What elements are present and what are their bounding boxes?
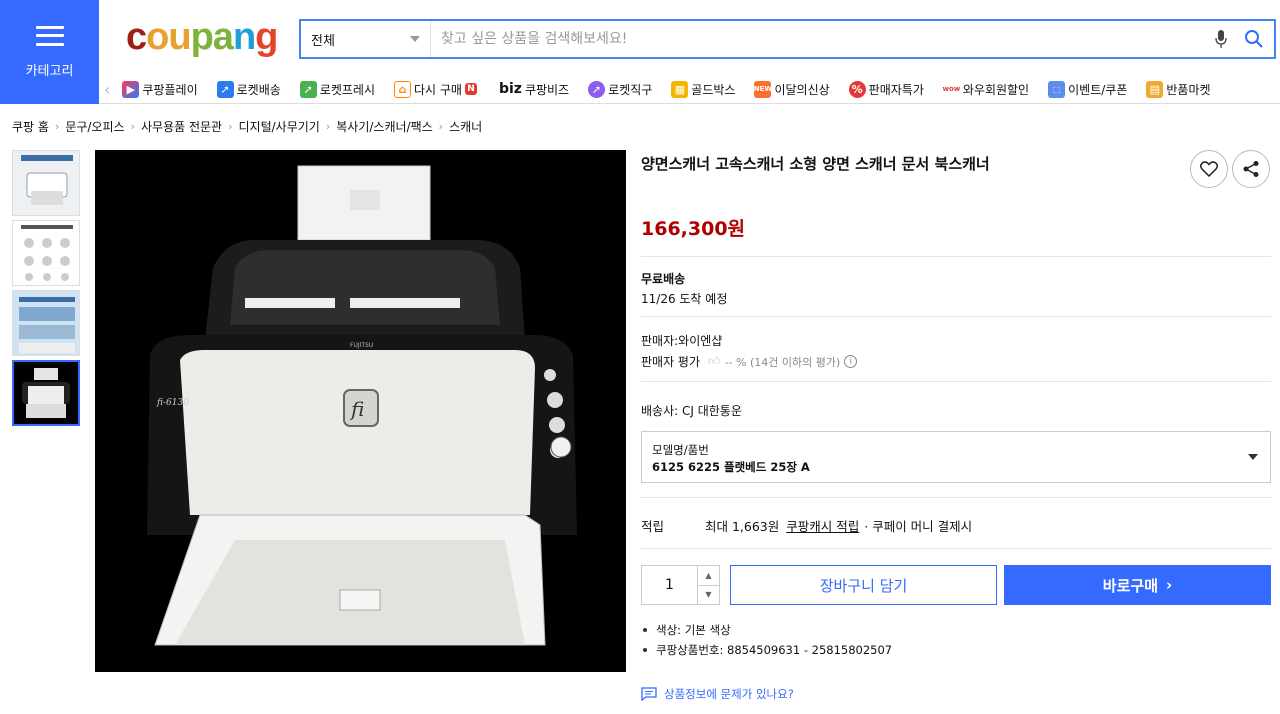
nav-item-coupang-biz[interactable]: biz 쿠팡비즈 — [499, 81, 569, 98]
seller-name[interactable]: 판매자:와이엔샵 — [641, 332, 722, 349]
search-input[interactable] — [431, 21, 1208, 57]
breadcrumb: 쿠팡 홈 › 문구/오피스 › 사무용품 전문관 › 디지털/사무기기 › 복사기/스캐… — [12, 118, 482, 135]
option-select[interactable]: 모델명/품번 6125 6225 플랫베드 25장 A — [641, 431, 1271, 483]
chevron-right-icon: › — [54, 120, 60, 133]
divider — [641, 497, 1271, 498]
product-thumbnail[interactable] — [12, 150, 80, 216]
divider — [641, 256, 1271, 257]
product-title: 양면스캐너 고속스캐너 소형 양면 스캐너 문서 북스캐너 — [641, 155, 990, 173]
search-icon[interactable] — [1234, 29, 1274, 49]
chevron-right-icon: › — [1166, 576, 1173, 594]
biz-icon: biz — [498, 81, 522, 97]
carrier: 배송사: CJ 대한통운 — [641, 404, 742, 418]
product-thumbnail[interactable] — [12, 290, 80, 356]
option-value: 6125 6225 플랫베드 25장 A — [652, 460, 810, 474]
attribute-item: 색상: 기본 색상 — [641, 622, 892, 638]
product-thumbnail[interactable] — [12, 220, 80, 286]
nav-item-seller-deals[interactable]: % 판매자특가 — [848, 80, 924, 98]
coupang-logo[interactable]: coupang — [126, 16, 278, 59]
category-menu-button[interactable]: 카테고리 — [0, 0, 99, 104]
global-icon: ➚ — [588, 80, 606, 98]
report-issue-link[interactable]: 상품정보에 문제가 있나요? — [641, 686, 794, 702]
share-button[interactable] — [1232, 150, 1270, 188]
rocket-fresh-icon: ➚ — [299, 80, 317, 98]
hamburger-icon — [35, 25, 64, 46]
breadcrumb-item[interactable]: 사무용품 전문관 — [141, 118, 222, 135]
nav-item-rebuy[interactable]: ⌂ 다시 구매 N — [393, 80, 480, 98]
chevron-right-icon: › — [325, 120, 331, 133]
chevron-right-icon: › — [228, 120, 233, 133]
decrement-button[interactable]: ▼ — [698, 586, 719, 605]
breadcrumb-item[interactable]: 스캐너 — [449, 118, 482, 135]
product-info-panel: 양면스캐너 고속스캐너 소형 양면 스캐너 문서 북스캐너 166,300원 무… — [641, 150, 1271, 701]
divider — [641, 316, 1271, 317]
chevron-down-icon — [410, 36, 420, 42]
nav-item-rocket-fresh[interactable]: ➚ 로켓프레시 — [299, 80, 375, 98]
attribute-item: 쿠팡상품번호: 8854509631 - 25815802507 — [641, 642, 892, 658]
nav-item-return-market[interactable]: ▤ 반품마켓 — [1146, 80, 1211, 98]
seller-rating: 판매자 평가 👍︎ -- % (14건 이하의 평가) i — [641, 353, 858, 370]
product-price: 166,300원 — [641, 218, 746, 240]
increment-button[interactable]: ▲ — [698, 566, 719, 586]
option-label: 모델명/품번 — [652, 443, 709, 457]
divider — [641, 381, 1271, 382]
scanner-maker-label: FUJITSU — [350, 342, 373, 349]
header: 카테고리 coupang 전체 ‹ ▶쿠팡플레이 ➚로켓배송 ➚로켓프레시 ⌂다… — [0, 0, 1280, 104]
share-icon — [1243, 161, 1259, 177]
rebuy-icon: ⌂ — [393, 80, 411, 98]
goldbox-icon: ▦ — [671, 80, 689, 98]
info-icon[interactable]: i — [844, 355, 858, 368]
quick-nav: ‹ ▶ 쿠팡플레이 ➚ 로켓배송 ➚ 로켓프레시 ⌂ 다시 구매 N biz 쿠팡비즈 ➚ 로… — [104, 76, 1230, 102]
chat-icon — [641, 687, 657, 701]
nav-item-goldbox[interactable]: ▦ 골드박스 — [671, 80, 735, 98]
chevron-right-icon: › — [438, 120, 444, 133]
microphone-icon[interactable] — [1208, 29, 1234, 49]
main-product-image[interactable]: FUJITSU fi fi-6130 — [95, 150, 626, 672]
nav-item-wow-discount[interactable]: wow 와우회원할인 — [942, 80, 1029, 98]
rocket-icon: ➚ — [216, 80, 234, 98]
return-market-icon: ▤ — [1146, 80, 1164, 98]
thumbs-up-icon: 👍︎ — [708, 354, 721, 368]
buy-now-button[interactable]: 바로구매 › — [1004, 565, 1271, 605]
breadcrumb-item[interactable]: 문구/오피스 — [65, 118, 124, 135]
reward-label: 적립 — [641, 519, 665, 534]
chevron-right-icon: › — [130, 120, 135, 133]
search-bar: 전체 — [299, 19, 1276, 59]
new-icon: NEW — [754, 80, 772, 98]
reward-info: 최대 1,663원 쿠팡캐시 적립 · 쿠페이 머니 결제시 — [705, 516, 972, 535]
play-icon: ▶ — [122, 80, 140, 98]
category-label: 카테고리 — [25, 63, 74, 79]
divider — [641, 548, 1271, 549]
arrival-date: 11/26 도착 예정 — [641, 292, 728, 306]
nav-item-rocket-global[interactable]: ➚ 로켓직구 — [588, 80, 652, 98]
thumbnail-list — [12, 150, 80, 430]
breadcrumb-item[interactable]: 디지털/사무기기 — [239, 118, 320, 135]
nav-item-new-this-month[interactable]: NEW 이달의신상 — [754, 80, 830, 98]
nav-item-rocket-delivery[interactable]: ➚ 로켓배송 — [216, 80, 281, 98]
caret-down-icon — [1248, 454, 1258, 460]
breadcrumb-item[interactable]: 쿠팡 홈 — [12, 118, 49, 135]
coupang-cash-link[interactable]: 쿠팡캐시 적립 — [786, 516, 859, 535]
wow-icon: wow — [942, 80, 960, 98]
chevron-left-icon[interactable]: ‹ — [104, 80, 110, 99]
percent-icon: % — [848, 80, 866, 98]
nav-item-coupang-play[interactable]: ▶ 쿠팡플레이 — [122, 80, 198, 98]
add-to-cart-button[interactable]: 장바구니 담기 — [730, 565, 997, 605]
nav-item-events-coupons[interactable]: ⬚ 이벤트/쿠폰 — [1048, 80, 1127, 98]
coupon-icon: ⬚ — [1048, 80, 1066, 98]
breadcrumb-item[interactable]: 복사기/스캐너/팩스 — [336, 118, 432, 135]
product-thumbnail-selected[interactable] — [12, 360, 80, 426]
favorite-button[interactable] — [1190, 150, 1228, 188]
heart-icon — [1200, 161, 1218, 177]
scanner-model-label: fi-6130 — [156, 398, 189, 408]
fi-logo: fi — [349, 397, 364, 421]
quantity-stepper: 1 ▲ ▼ — [641, 565, 720, 605]
shipping-title: 무료배송 — [641, 272, 686, 286]
quantity-input[interactable]: 1 — [642, 566, 697, 604]
product-attributes: 색상: 기본 색상 쿠팡상품번호: 8854509631 - 258158025… — [641, 622, 892, 662]
search-category-select[interactable]: 전체 — [301, 21, 431, 57]
new-badge: N — [464, 83, 477, 95]
